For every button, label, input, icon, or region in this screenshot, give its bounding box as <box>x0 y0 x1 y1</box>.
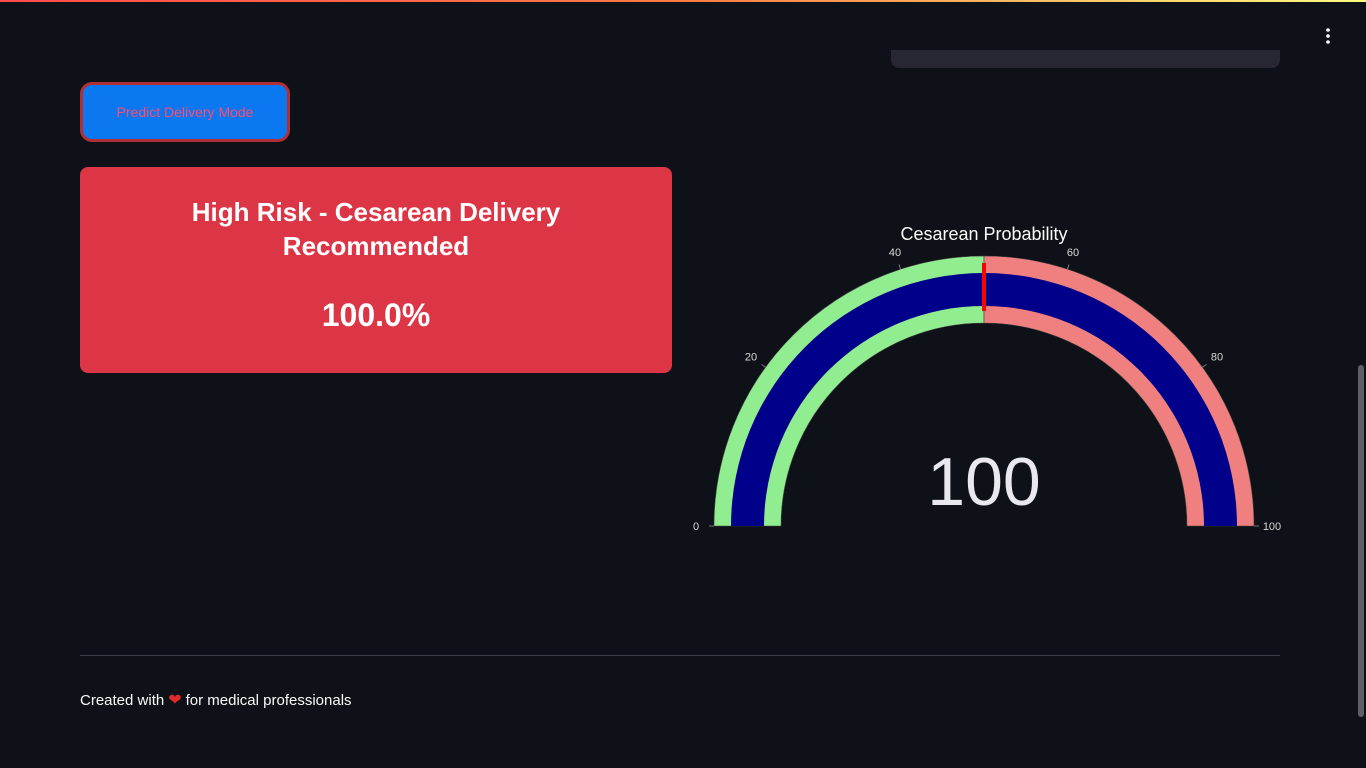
result-card: High Risk - Cesarean Delivery Recommende… <box>80 167 672 373</box>
result-percentage: 100.0% <box>321 297 431 333</box>
gauge-tick-label-4: 80 <box>1211 352 1223 364</box>
gauge-tick-mark-4 <box>1202 363 1207 368</box>
footer-text-after: for medical professionals <box>185 691 352 709</box>
gauge-svg: Cesarean Probability 0 20 40 60 80 100 100 <box>693 224 1281 533</box>
gauge-tick-label-5: 100 <box>1263 521 1281 533</box>
gauge-tick-mark-1 <box>761 363 766 368</box>
result-title-line1: High Risk - Cesarean Delivery <box>191 197 561 227</box>
gauge-value: 100 <box>927 444 1040 520</box>
footer: Created with ❤ for medical professionals <box>80 690 352 710</box>
footer-text-before: Created with <box>80 691 165 709</box>
footer-divider <box>80 655 1280 656</box>
heart-icon: ❤ <box>168 692 182 709</box>
page-scrollbar[interactable] <box>1358 365 1364 717</box>
result-title: High Risk - Cesarean Delivery Recommende… <box>186 195 566 263</box>
gauge-tick-label-0: 0 <box>693 521 699 533</box>
vertical-ellipsis-icon <box>1326 28 1330 44</box>
gauge-tick-label-3: 60 <box>1067 247 1079 259</box>
predict-delivery-mode-button[interactable]: Predict Delivery Mode <box>80 82 290 142</box>
gauge-tick-mark-3 <box>1066 264 1070 270</box>
gauge-title: Cesarean Probability <box>900 224 1067 244</box>
previous-section-panel <box>891 50 1280 68</box>
main-menu-button[interactable] <box>1316 24 1340 48</box>
gauge-tick-label-1: 20 <box>745 352 757 364</box>
top-decoration-bar <box>0 0 1366 2</box>
gauge-tick-label-2: 40 <box>889 247 901 259</box>
gauge-tick-mark-2 <box>898 264 902 270</box>
cesarean-probability-gauge: Cesarean Probability 0 20 40 60 80 100 100 <box>690 215 1290 545</box>
result-title-line2: Recommended <box>282 231 470 261</box>
